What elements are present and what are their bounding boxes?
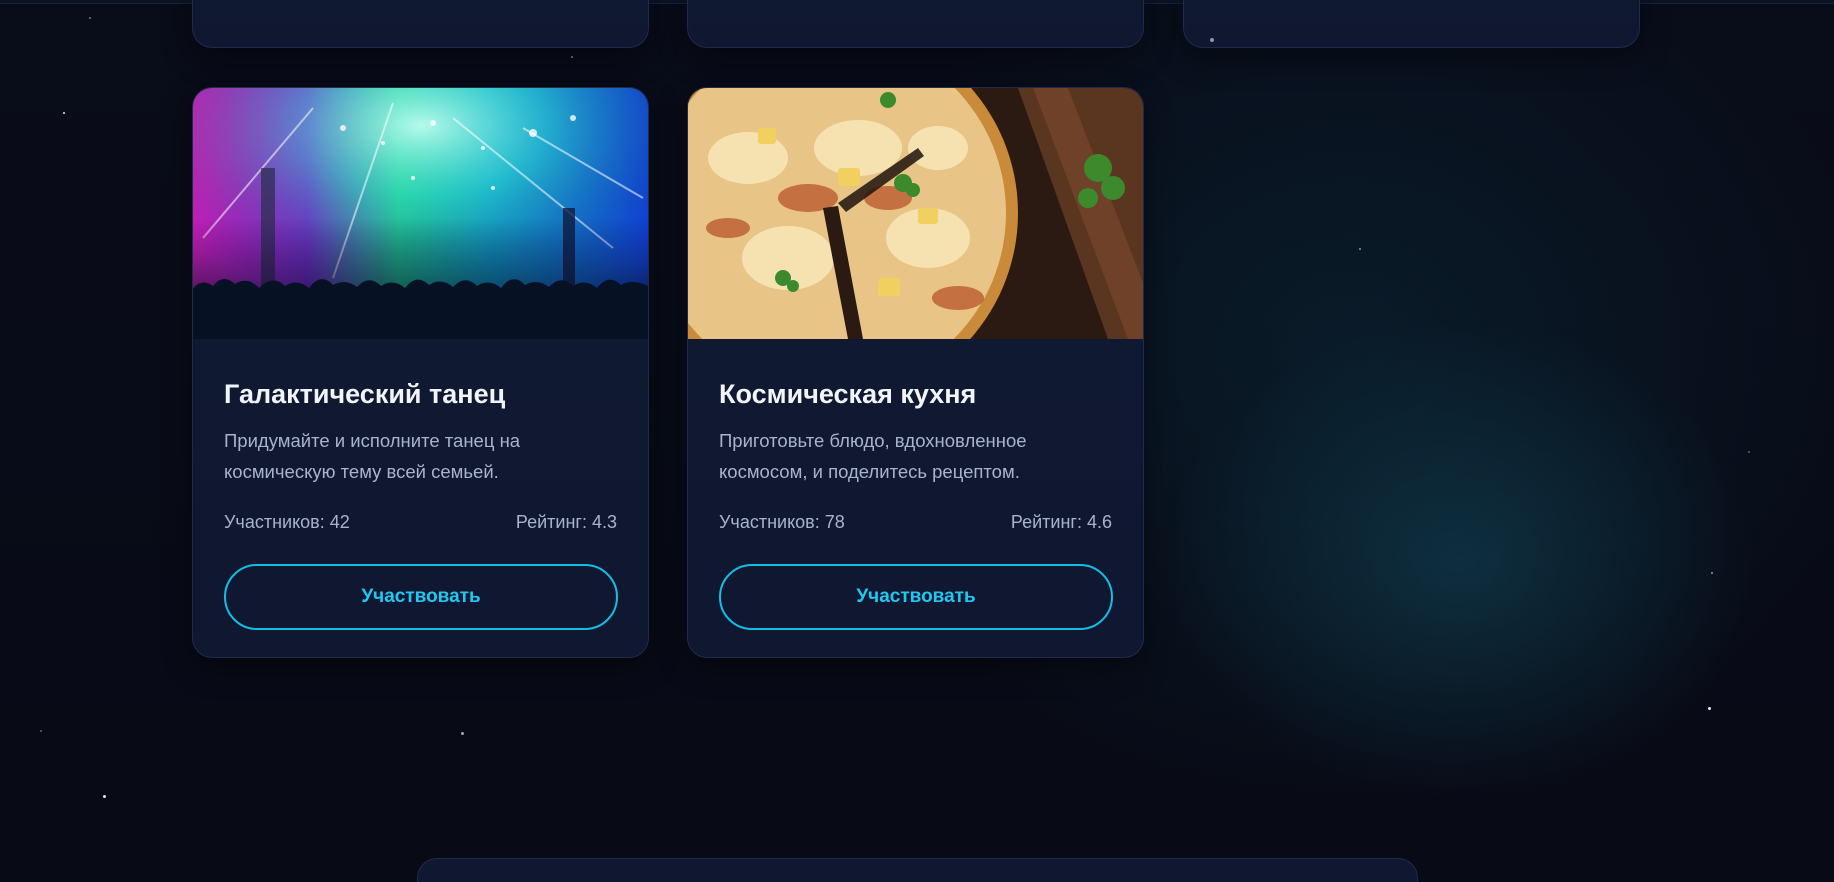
participants-count: Участников: 42 <box>224 512 350 532</box>
star <box>1748 451 1750 453</box>
pizza-image <box>688 88 1143 339</box>
star <box>571 56 573 58</box>
card-meta: Участников: 78 Рейтинг: 4.6 <box>719 511 1112 533</box>
challenge-card-partial <box>192 0 649 48</box>
bottom-panel <box>417 858 1418 882</box>
card-description: Приготовьте блюдо, вдохновленное космосо… <box>719 430 1027 482</box>
star <box>1359 248 1361 250</box>
join-button[interactable]: Участвовать <box>719 564 1113 630</box>
rating-value: Рейтинг: 4.6 <box>1010 512 1112 532</box>
rating-value: Рейтинг: 4.3 <box>515 512 617 532</box>
star <box>1711 572 1713 574</box>
star <box>461 732 464 735</box>
star <box>89 17 91 19</box>
star <box>103 795 106 798</box>
concert-stage-image <box>193 88 648 339</box>
card-title: Галактический танец <box>224 379 506 409</box>
challenge-card: Галактический танец Придумайте и исполни… <box>192 87 649 658</box>
challenges-page: Галактический танец Придумайте и исполни… <box>0 0 1834 882</box>
card-meta: Участников: 42 Рейтинг: 4.3 <box>224 511 617 533</box>
card-description: Придумайте и исполните танец на космичес… <box>224 430 521 482</box>
star <box>1210 38 1214 42</box>
card-title: Космическая кухня <box>719 379 977 409</box>
challenge-card-partial <box>687 0 1144 48</box>
star <box>63 112 65 114</box>
participants-count: Участников: 78 <box>719 512 845 532</box>
challenge-card: Космическая кухня Приготовьте блюдо, вдо… <box>687 87 1144 658</box>
star <box>1708 707 1711 710</box>
join-button[interactable]: Участвовать <box>224 564 618 630</box>
challenge-card-partial <box>1183 0 1640 48</box>
star <box>40 730 42 732</box>
